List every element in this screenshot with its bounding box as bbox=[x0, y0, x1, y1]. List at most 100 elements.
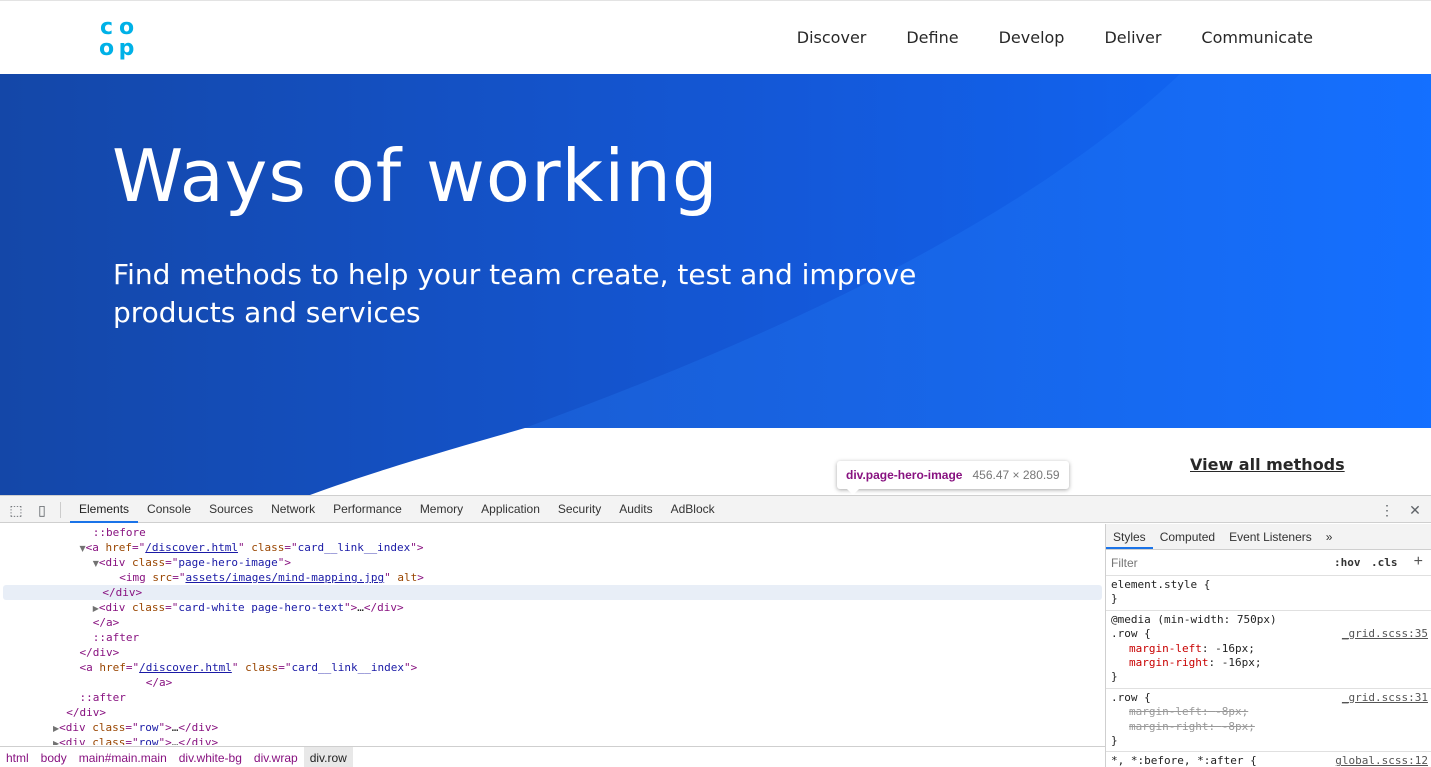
breadcrumb-item[interactable]: div.white-bg bbox=[173, 747, 248, 767]
tab-application[interactable]: Application bbox=[472, 496, 549, 523]
css-source-link[interactable]: global.scss:12 bbox=[1335, 754, 1428, 767]
breadcrumb-item[interactable]: html bbox=[0, 747, 35, 767]
css-property: margin-right bbox=[1129, 719, 1209, 733]
css-declaration[interactable]: margin-left: -16px; bbox=[1111, 642, 1426, 656]
dom-class-value: page-hero-image bbox=[178, 556, 278, 569]
nav-deliver[interactable]: Deliver bbox=[1104, 28, 1161, 47]
tab-adblock[interactable]: AdBlock bbox=[662, 496, 724, 523]
dom-tree: ::before ▼<a href="/discover.html" class… bbox=[0, 524, 1105, 745]
css-declaration-overridden[interactable]: margin-left: -8px; bbox=[1111, 705, 1426, 719]
more-tabs-icon[interactable]: » bbox=[1319, 524, 1340, 549]
dom-node[interactable]: ▶<div class="card-white page-hero-text">… bbox=[0, 600, 1105, 615]
tab-console[interactable]: Console bbox=[138, 496, 200, 523]
filter-row: :hov .cls + bbox=[1106, 550, 1431, 576]
add-rule-icon[interactable]: + bbox=[1414, 553, 1423, 571]
dom-node[interactable]: <a href="/discover.html" class="card__li… bbox=[0, 660, 1105, 675]
breadcrumb-item[interactable]: body bbox=[35, 747, 73, 767]
dom-class-value: row bbox=[138, 721, 159, 734]
logo-letter: c bbox=[99, 15, 113, 40]
styles-tabs: Styles Computed Event Listeners » bbox=[1106, 524, 1431, 550]
css-rule-row[interactable]: .row { _grid.scss:31 margin-left: -8px; … bbox=[1106, 689, 1431, 753]
css-value: -16px; bbox=[1215, 641, 1255, 655]
dom-src-link[interactable]: assets/images/mind-mapping.jpg bbox=[185, 571, 384, 584]
css-property: margin-right bbox=[1129, 656, 1209, 670]
dom-node[interactable]: ::before bbox=[0, 525, 1105, 540]
dom-node[interactable]: ::after bbox=[0, 690, 1105, 705]
dom-node[interactable]: </div> bbox=[0, 645, 1105, 660]
hero-subtitle-line: products and services bbox=[113, 296, 421, 329]
tab-elements[interactable]: Elements bbox=[70, 496, 139, 523]
devtools-tabs: Elements Console Sources Network Perform… bbox=[70, 496, 724, 523]
dom-node[interactable]: <img src="assets/images/mind-mapping.jpg… bbox=[0, 570, 1105, 585]
close-icon[interactable]: ✕ bbox=[1407, 502, 1423, 518]
css-property: margin-left bbox=[1129, 641, 1202, 655]
css-rule-universal[interactable]: *, *:before, *:after { global.scss:12 bbox=[1106, 752, 1431, 767]
css-declaration-overridden[interactable]: margin-right: -8px; bbox=[1111, 720, 1426, 734]
tab-performance[interactable]: Performance bbox=[324, 496, 411, 523]
dom-node[interactable]: </a> bbox=[0, 675, 1105, 690]
hover-state-toggle[interactable]: :hov bbox=[1334, 556, 1361, 569]
dom-class-value: card__link__index bbox=[297, 541, 411, 554]
css-source-link[interactable]: _grid.scss:31 bbox=[1342, 691, 1428, 705]
breadcrumb-item-active[interactable]: div.row bbox=[303, 747, 353, 767]
dom-node[interactable]: ::after bbox=[0, 630, 1105, 645]
css-source-link[interactable]: _grid.scss:35 bbox=[1342, 627, 1428, 641]
device-toolbar-icon[interactable]: ▯ bbox=[34, 502, 50, 518]
css-property: margin-left bbox=[1129, 705, 1202, 719]
tab-event-listeners[interactable]: Event Listeners bbox=[1222, 524, 1319, 549]
coop-logo[interactable]: c o o p bbox=[96, 15, 136, 61]
tab-computed[interactable]: Computed bbox=[1153, 524, 1222, 549]
tab-audits[interactable]: Audits bbox=[610, 496, 661, 523]
pseudo-before: ::before bbox=[92, 526, 146, 539]
dom-node-selected[interactable]: </div> bbox=[3, 585, 1102, 600]
class-toggle[interactable]: .cls bbox=[1371, 556, 1398, 569]
tab-security[interactable]: Security bbox=[549, 496, 610, 523]
view-all-methods-link[interactable]: View all methods bbox=[1190, 455, 1345, 474]
css-media-query: @media (min-width: 750px) bbox=[1111, 612, 1277, 626]
dom-node[interactable]: </a> bbox=[0, 615, 1105, 630]
nav-communicate[interactable]: Communicate bbox=[1201, 28, 1313, 47]
nav-discover[interactable]: Discover bbox=[797, 28, 867, 47]
tooltip-element-size: 456.47 × 280.59 bbox=[972, 468, 1060, 482]
hero-subtitle: Find methods to help your team create, t… bbox=[113, 256, 933, 332]
tab-sources[interactable]: Sources bbox=[200, 496, 262, 523]
tab-styles[interactable]: Styles bbox=[1106, 524, 1153, 549]
dom-class-value: card__link__index bbox=[291, 661, 405, 674]
element-inspect-tooltip: div.page-hero-image 456.47 × 280.59 bbox=[837, 461, 1069, 495]
nav-define[interactable]: Define bbox=[906, 28, 958, 47]
devtools-panel: ⬚ ▯ Elements Console Sources Network Per… bbox=[0, 495, 1431, 767]
tab-network[interactable]: Network bbox=[262, 496, 324, 523]
css-selector: element.style { bbox=[1111, 578, 1211, 591]
css-close-brace: } bbox=[1111, 734, 1118, 748]
breadcrumb-item[interactable]: div.wrap bbox=[248, 747, 304, 767]
styles-filter-input[interactable] bbox=[1111, 554, 1323, 572]
css-value: -8px; bbox=[1221, 719, 1255, 733]
css-rule-element-style[interactable]: element.style { } bbox=[1106, 576, 1431, 611]
tooltip-element-name: div.page-hero-image bbox=[846, 468, 963, 482]
dom-node[interactable]: </div> bbox=[0, 705, 1105, 720]
css-close-brace: } bbox=[1111, 670, 1118, 684]
tab-memory[interactable]: Memory bbox=[411, 496, 472, 523]
inspect-element-icon[interactable]: ⬚ bbox=[8, 502, 24, 518]
site-header: c o o p Discover Define Develop Deliver … bbox=[0, 0, 1431, 74]
breadcrumb-item[interactable]: main#main.main bbox=[73, 747, 173, 767]
hero-banner: Ways of working Find methods to help you… bbox=[0, 74, 1431, 495]
css-close-brace: } bbox=[1111, 592, 1118, 606]
dom-node[interactable]: ▶<div class="row">…</div> bbox=[0, 720, 1105, 735]
logo-letter: p bbox=[118, 36, 135, 61]
dom-href-link[interactable]: /discover.html bbox=[139, 661, 232, 674]
dom-class-value: row bbox=[138, 736, 159, 745]
browser-page: c o o p Discover Define Develop Deliver … bbox=[0, 0, 1431, 767]
css-declaration[interactable]: margin-right: -16px; bbox=[1111, 656, 1426, 670]
more-options-icon[interactable]: ⋮ bbox=[1379, 502, 1395, 518]
nav-develop[interactable]: Develop bbox=[999, 28, 1065, 47]
dom-node[interactable]: ▶<div class="row">…</div> bbox=[0, 735, 1105, 745]
css-rules: element.style { } @media (min-width: 750… bbox=[1106, 576, 1431, 767]
css-value: -8px; bbox=[1215, 705, 1249, 719]
css-rule-row-media[interactable]: @media (min-width: 750px) .row { _grid.s… bbox=[1106, 611, 1431, 689]
toolbar-divider bbox=[60, 502, 61, 518]
dom-node[interactable]: ▼<a href="/discover.html" class="card__l… bbox=[0, 540, 1105, 555]
breadcrumb: html body main#main.main div.white-bg di… bbox=[0, 746, 1105, 767]
dom-node[interactable]: ▼<div class="page-hero-image"> bbox=[0, 555, 1105, 570]
dom-href-link[interactable]: /discover.html bbox=[145, 541, 238, 554]
